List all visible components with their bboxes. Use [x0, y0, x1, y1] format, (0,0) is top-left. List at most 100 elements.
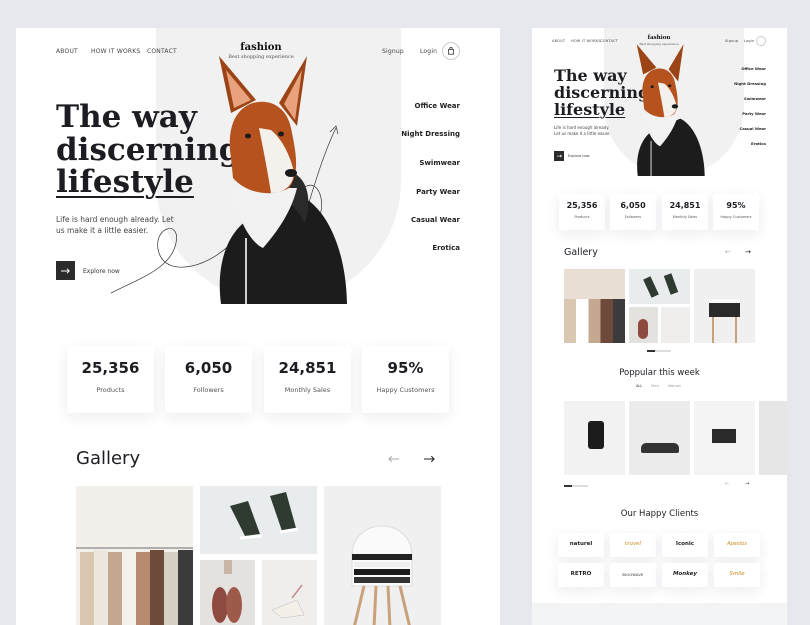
cart-button[interactable]: [756, 36, 766, 46]
stat-value: 95%: [387, 359, 424, 377]
main-page-preview: ABOUT HOW IT WORKS CONTACT fashion Best …: [16, 28, 500, 625]
stat-card-monthly-sales: 24,851 Monthly Sales: [662, 194, 708, 230]
client-logo-apestos: Apestos: [714, 533, 760, 557]
stat-label: Happy Customers: [376, 386, 435, 394]
client-logo-biggwave: BIGGWAVE: [610, 563, 656, 587]
explore-now-button[interactable]: [56, 261, 75, 280]
client-logo-text: Smile: [729, 571, 745, 577]
client-logo-travel: travel: [610, 533, 656, 557]
hero-description: Life is hard enough already. Let us make…: [554, 125, 611, 136]
tab-men[interactable]: Men: [651, 384, 658, 388]
stat-label: Products: [96, 386, 125, 394]
footer-strip: [532, 603, 787, 625]
stat-card-followers: 6,050 Followers: [165, 346, 252, 413]
gallery-prev-button[interactable]: ←: [725, 248, 731, 256]
gallery-image-sneakers[interactable]: [200, 486, 317, 554]
category-swimwear[interactable]: Swimwear: [419, 159, 460, 167]
gallery-pagination[interactable]: [647, 350, 671, 352]
client-logo-naturel: naturel: [558, 533, 604, 557]
category-casual-wear[interactable]: Casual Wear: [739, 126, 766, 131]
arrow-right-icon: [556, 154, 562, 158]
stat-card-happy-customers: 95% Happy Customers: [713, 194, 759, 230]
gallery-image-shoes-pink[interactable]: [629, 307, 658, 343]
product-card-sneaker[interactable]: [629, 401, 690, 475]
full-page-preview: ABOUT HOW IT WORKS CONTACT fashion Best …: [532, 28, 787, 625]
gallery-image-sneakers[interactable]: [629, 269, 690, 304]
stat-value: 24,851: [669, 201, 701, 210]
stat-label: Products: [574, 215, 590, 219]
gallery-prev-button[interactable]: [386, 452, 400, 466]
stat-value: 25,356: [566, 201, 598, 210]
stat-label: Happy Customers: [720, 215, 752, 219]
product-card-partial[interactable]: [759, 401, 787, 475]
nav-about[interactable]: ABOUT: [56, 48, 78, 55]
nav-how-it-works[interactable]: HOW IT WORKS: [571, 39, 601, 43]
client-logo-monkey: Monkey: [662, 563, 708, 587]
nav-signup[interactable]: Signup: [725, 39, 738, 43]
nav-contact[interactable]: CONTACT: [600, 39, 618, 43]
category-office-wear[interactable]: Office Wear: [415, 102, 461, 110]
nav-contact[interactable]: CONTACT: [147, 48, 177, 55]
explore-now-label[interactable]: Explore now: [568, 154, 589, 158]
popular-pagination[interactable]: [564, 485, 588, 487]
stat-card-followers: 6,050 Followers: [610, 194, 656, 230]
tab-all[interactable]: ALL: [636, 384, 642, 388]
gallery-image-heels[interactable]: [262, 560, 317, 625]
stat-label: Followers: [624, 215, 642, 219]
stat-label: Followers: [193, 386, 224, 394]
category-swimwear[interactable]: Swimwear: [744, 96, 766, 101]
nav-about[interactable]: ABOUT: [552, 39, 565, 43]
category-night-dressing[interactable]: Night Dressing: [401, 130, 460, 138]
gallery-image-clothes-rack[interactable]: [564, 269, 625, 343]
nav-login[interactable]: Login: [744, 39, 754, 43]
tab-women[interactable]: Women: [668, 384, 681, 388]
stat-value: 6,050: [184, 359, 233, 377]
category-list: Office Wear Night Dressing Swimwear Part…: [732, 66, 766, 146]
product-card-swimwear[interactable]: [564, 401, 625, 475]
gallery-image-chair[interactable]: [324, 486, 441, 625]
product-card-lingerie[interactable]: [694, 401, 755, 475]
category-office-wear[interactable]: Office Wear: [741, 66, 766, 71]
sneakers-illustration: [230, 492, 299, 540]
heels-illustration: [271, 584, 305, 619]
client-logo-text: BIGGWAVE: [622, 573, 644, 577]
hero-dog-image: [636, 44, 705, 176]
gallery-heading: Gallery: [76, 448, 141, 469]
nav-signup[interactable]: Signup: [382, 48, 404, 55]
client-logo-iconic: Iconic: [662, 533, 708, 557]
client-logo-text: RETRO: [570, 571, 592, 577]
gallery-image-shoes-pink[interactable]: [200, 560, 255, 625]
category-party-wear[interactable]: Party Wear: [742, 111, 766, 116]
stat-label: Monthly Sales: [672, 215, 698, 219]
category-casual-wear[interactable]: Casual Wear: [411, 216, 460, 224]
category-erotica[interactable]: Erotica: [751, 141, 766, 146]
client-logo-retro: RETRO: [558, 563, 604, 587]
category-erotica[interactable]: Erotica: [432, 244, 460, 252]
nav-login[interactable]: Login: [420, 48, 437, 55]
client-logo-text: Monkey: [673, 571, 697, 577]
category-party-wear[interactable]: Party Wear: [416, 188, 460, 196]
hero-dog-image: [219, 56, 347, 304]
client-logo-smile: Smile: [714, 563, 760, 587]
popular-next-button[interactable]: →: [745, 481, 749, 487]
explore-now-button[interactable]: [554, 151, 564, 161]
gallery-next-button[interactable]: →: [745, 248, 751, 256]
client-logo-text: naturel: [569, 541, 593, 547]
client-logo-text: Iconic: [675, 541, 695, 547]
gallery-image-chair[interactable]: [694, 269, 755, 343]
category-list: Office Wear Night Dressing Swimwear Part…: [396, 102, 460, 262]
shoes-illustration: [212, 560, 242, 623]
popular-prev-button[interactable]: ←: [725, 481, 729, 487]
gallery-next-button[interactable]: [422, 452, 436, 466]
category-night-dressing[interactable]: Night Dressing: [734, 81, 766, 86]
nav-how-it-works[interactable]: HOW IT WORKS: [91, 48, 140, 55]
stat-label: Monthly Sales: [284, 386, 331, 394]
gallery-heading: Gallery: [564, 247, 598, 258]
arrow-right-icon: [423, 455, 435, 463]
cart-button[interactable]: [442, 42, 460, 60]
stat-value: 95%: [726, 201, 746, 210]
gallery-image-clothes-rack[interactable]: [76, 486, 193, 625]
gallery-image-heels[interactable]: [661, 307, 690, 343]
popular-heading: Poppular this week: [619, 368, 700, 378]
clothes-rack-illustration: [76, 547, 193, 625]
